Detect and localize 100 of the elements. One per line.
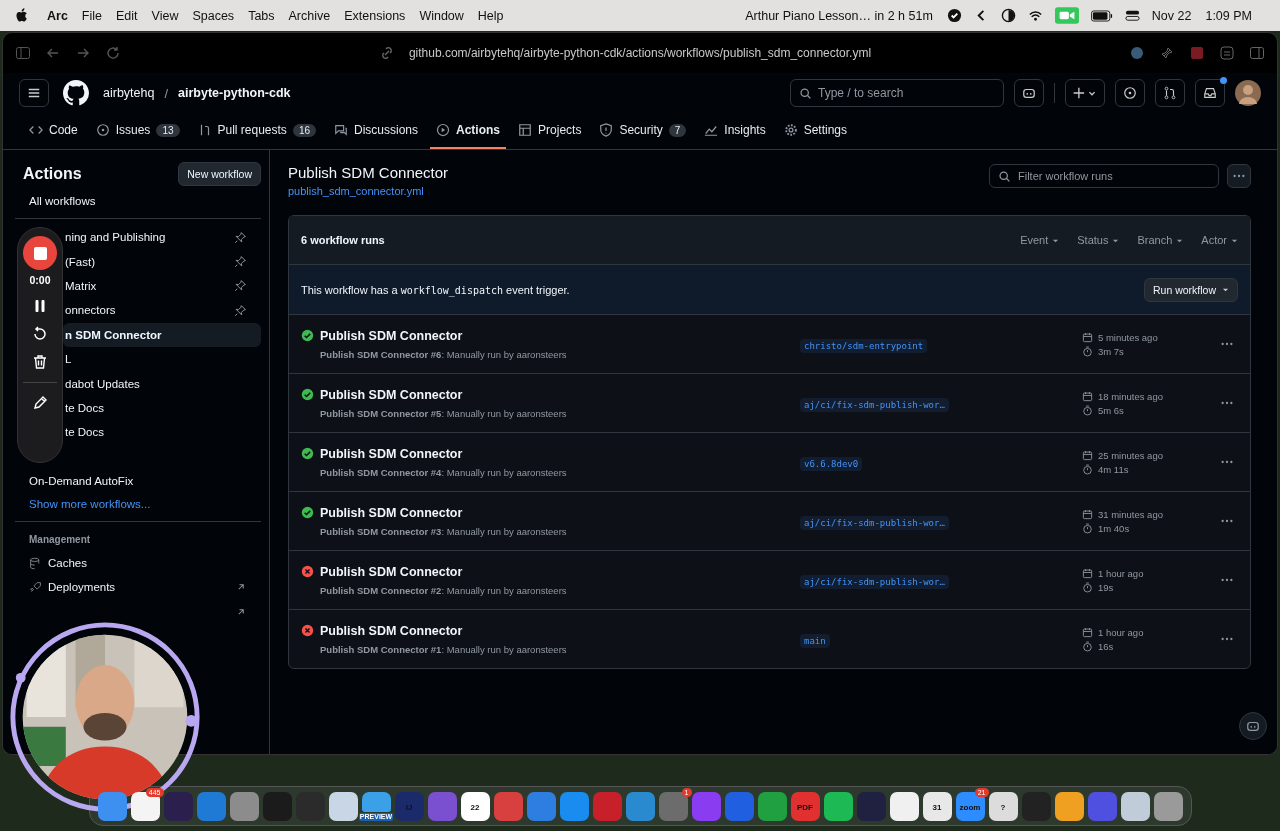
branch-label[interactable]: main [800, 634, 830, 648]
run-description: Publish SDM Connector #3: Manually run by aaronsteers [320, 525, 568, 537]
tab-icon[interactable] [1219, 45, 1235, 61]
app-menu[interactable]: Arc [47, 8, 68, 23]
repo-tab[interactable]: Code [23, 123, 84, 149]
run-title-link[interactable]: Publish SDM Connector [320, 505, 800, 520]
workflow-item[interactable]: L [63, 346, 261, 372]
dock-app-icon[interactable] [1120, 792, 1150, 821]
sidebar-item[interactable]: All workflows [15, 190, 261, 212]
filter-dropdown[interactable]: Actor [1201, 234, 1238, 246]
menu-date[interactable]: Nov 22 [1151, 8, 1192, 23]
trash-icon[interactable] [32, 354, 48, 370]
url-bar[interactable]: github.com/airbytehq/airbyte-python-cdk/actions/workflows/publish_sdm_connector.yml [408, 46, 872, 60]
success-icon [301, 506, 314, 519]
management-item[interactable]: Deployments [15, 575, 261, 600]
calendar-event[interactable]: Arthur Piano Lesson… in 2 h 51m [745, 8, 933, 23]
workflow-item[interactable]: On-Demand AutoFix [15, 468, 261, 493]
show-more-link[interactable]: Show more workflows... [15, 492, 261, 515]
stop-recording-button[interactable] [23, 236, 57, 270]
branch-label[interactable]: aj/ci/fix-sdm-publish-wor… [800, 398, 949, 412]
dock-app-icon[interactable] [955, 792, 985, 821]
avatar-icon[interactable] [1235, 80, 1261, 106]
github-logo-icon[interactable] [63, 80, 89, 106]
run-title-link[interactable]: Publish SDM Connector [320, 623, 800, 638]
create-new-button[interactable] [1065, 79, 1105, 107]
run-title-link[interactable]: Publish SDM Connector [320, 446, 800, 461]
dock-app-icon[interactable] [922, 792, 952, 821]
issues-button[interactable] [1115, 79, 1145, 107]
battery-icon[interactable] [1090, 9, 1113, 22]
status-icon[interactable] [946, 8, 962, 23]
play-icon [436, 123, 451, 137]
workflow-file-link[interactable]: publish_sdm_connector.yml [288, 185, 981, 197]
repo-tab[interactable]: Issues 13 [89, 123, 186, 149]
menu-item[interactable]: Extensions [344, 8, 406, 23]
workflow-item[interactable]: te Docs [63, 395, 261, 421]
branch-label[interactable]: aj/ci/fix-sdm-publish-wor… [800, 516, 949, 530]
contrast-icon[interactable] [1000, 8, 1016, 23]
new-workflow-button[interactable]: New workflow [178, 162, 261, 186]
dock-app-icon[interactable] [889, 792, 919, 821]
run-workflow-button[interactable]: Run workflow [1143, 277, 1238, 302]
dock-app-icon[interactable] [130, 792, 160, 821]
run-description: Publish SDM Connector #5: Manually run by aaronsteers [320, 407, 568, 419]
copilot-button[interactable] [1014, 79, 1044, 107]
dock-app-icon[interactable] [1054, 792, 1084, 821]
repo-tab[interactable]: Pull requests 16 [191, 123, 322, 149]
filter-field[interactable]: Filter workflow runs [989, 164, 1219, 188]
copilot-button[interactable] [1239, 712, 1267, 740]
run-title-link[interactable]: Publish SDM Connector [320, 564, 800, 579]
menu-button[interactable] [19, 79, 49, 107]
dock-app-icon[interactable] [328, 792, 358, 821]
menu-item[interactable]: Spaces [192, 8, 235, 23]
repo-tab[interactable]: Security 7 [593, 123, 693, 149]
menu-item[interactable]: Edit [116, 8, 138, 23]
repo-tab[interactable]: Projects [512, 123, 588, 149]
wifi-icon[interactable] [1027, 8, 1043, 23]
branch-label[interactable]: v6.6.8dev0 [800, 457, 863, 471]
menu-item[interactable]: View [151, 8, 179, 23]
management-item[interactable]: Caches [15, 550, 261, 576]
workflow-item[interactable]: (Fast) [63, 249, 261, 274]
success-icon [301, 329, 314, 342]
dock-app-icon[interactable] [988, 792, 1018, 821]
repo-tab[interactable]: Discussions [328, 123, 425, 149]
apple-icon[interactable] [16, 8, 29, 23]
restart-icon[interactable] [32, 326, 48, 342]
control-center-icon[interactable] [1124, 8, 1140, 23]
reload-icon[interactable] [105, 45, 121, 61]
menu-time[interactable]: 1:09 PM [1205, 8, 1252, 23]
branch-label[interactable]: christo/sdm-entrypoint [800, 339, 928, 353]
run-title-link[interactable]: Publish SDM Connector [320, 387, 800, 402]
search-field[interactable]: Type / to search [790, 79, 1004, 107]
workflow-item[interactable]: onnectors [63, 298, 261, 323]
repo-name-link[interactable]: airbyte-python-cdk [178, 86, 291, 100]
workflow-item[interactable]: ning and Publishing [63, 225, 261, 250]
menu-item[interactable]: Help [477, 8, 504, 23]
repo-tab[interactable]: Actions [430, 123, 507, 149]
sidebar-toggle-icon[interactable] [15, 45, 31, 61]
filter-dropdown[interactable]: Event [1020, 234, 1060, 246]
menu-item[interactable]: Tabs [248, 8, 275, 23]
dock-app-icon[interactable] [460, 792, 490, 821]
menu-item[interactable]: Archive [288, 8, 331, 23]
workflow-item[interactable]: n SDM Connector [63, 322, 261, 347]
branch-label[interactable]: aj/ci/fix-sdm-publish-wor… [800, 575, 949, 589]
repo-tab[interactable]: Insights [698, 123, 772, 149]
split-view-icon[interactable] [1249, 45, 1265, 61]
filter-dropdown[interactable]: Branch [1137, 234, 1184, 246]
run-description: Publish SDM Connector #1: Manually run by aaronsteers [320, 643, 568, 655]
menu-item[interactable]: Window [419, 8, 464, 23]
workflow-item[interactable]: dabot Updates [63, 371, 261, 396]
inbox-button[interactable] [1195, 79, 1225, 107]
repo-owner-link[interactable]: airbytehq [103, 86, 155, 100]
workflow-item[interactable]: Matrix [63, 273, 261, 299]
pencil-icon[interactable] [32, 395, 48, 411]
pull-requests-button[interactable] [1155, 79, 1185, 107]
workflow-item[interactable]: te Docs [63, 420, 261, 445]
filter-dropdown[interactable]: Status [1077, 234, 1120, 246]
run-title-link[interactable]: Publish SDM Connector [320, 328, 800, 343]
menu-item[interactable]: File [81, 8, 102, 23]
calendar-icon [1082, 508, 1093, 520]
more-options-button[interactable] [1227, 164, 1251, 188]
repo-tab[interactable]: Settings [777, 123, 854, 149]
